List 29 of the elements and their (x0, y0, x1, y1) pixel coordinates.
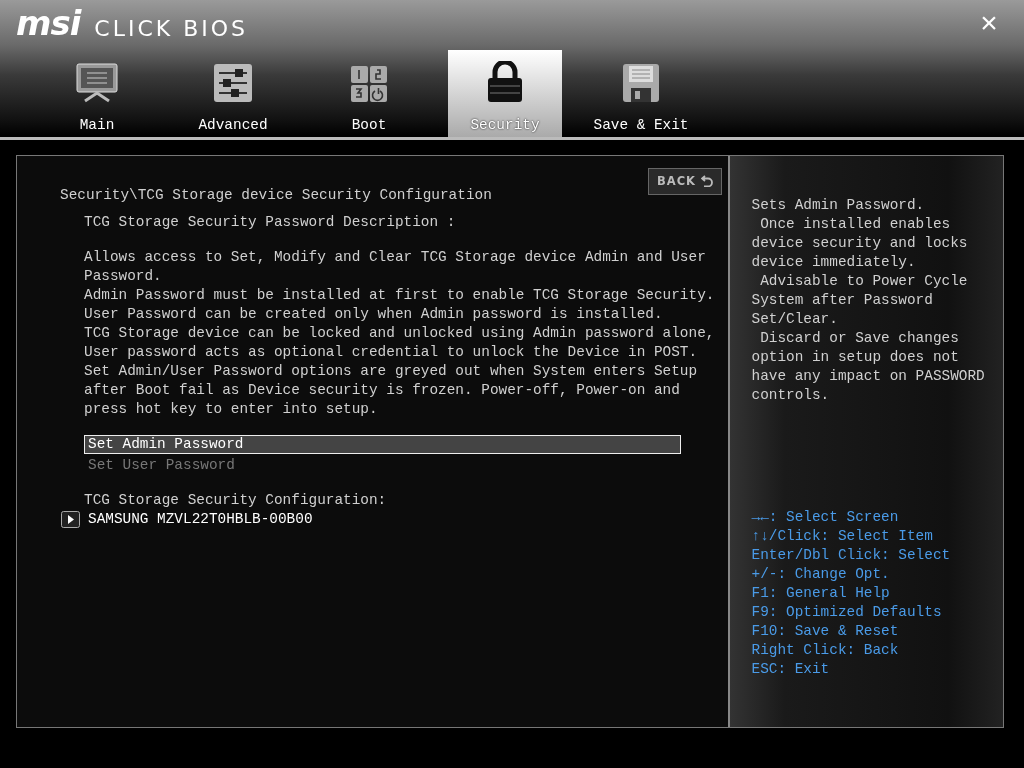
key-hint: ↑↓/Click: Select Item (751, 527, 934, 546)
submenu-item[interactable]: SAMSUNG MZVL22T0HBLB-00B00 (88, 510, 313, 529)
key-hint: F10: Save & Reset (751, 622, 900, 641)
key-hint: ESC: Exit (751, 660, 831, 679)
close-button[interactable]: × (970, 10, 1008, 40)
padlock-icon (486, 61, 524, 104)
key-hint: →←: Select Screen (751, 508, 900, 527)
menu-option[interactable]: Set Admin Password (84, 435, 681, 454)
breadcrumb-path: Security\TCG Storage device Security Configuration (60, 186, 493, 205)
tab[interactable]: Save & Exit (584, 50, 698, 137)
tab[interactable]: Main (40, 50, 154, 137)
tab[interactable]: Boot (312, 50, 426, 137)
brand-logo: msi (16, 4, 81, 42)
sliders-icon (213, 63, 253, 104)
key-hint: F9: Optimized Defaults (751, 603, 943, 622)
tab[interactable]: Advanced (176, 50, 290, 137)
monitor-icon (75, 63, 119, 104)
help-text: Sets Admin Password. Once installed enables device security and locks device immediately. Advisable to Power Cycle System after Password Set/Clear. Discard or Save changes option in setup does not have any impact on PASSWORD controls. (751, 196, 986, 405)
section-title: TCG Storage Security Configuration: (84, 491, 388, 510)
key-hint: F1: General Help (751, 584, 891, 603)
description-title: TCG Storage Security Password Description : (84, 213, 457, 232)
back-button[interactable]: BACK (648, 168, 723, 196)
return-arrow-icon (701, 175, 714, 187)
boot-order-icon (350, 65, 388, 104)
key-hint: Enter/Dbl Click: Select (751, 546, 952, 565)
product-title: CLICK BIOS (94, 15, 249, 43)
key-hint: +/-: Change Opt. (751, 565, 891, 584)
key-hint: Right Click: Back (751, 641, 900, 660)
description-text: Allows access to Set, Modify and Clear TCG Storage device Admin and User Password. Admin Password must be installed at first to enable TCG Storage Security. User Password can be created only when Admin password is installed. TCG Storage device can be locked and unlocked using Admin password alone, User password acts as optional credential to unlock the Device in POST. Set Admin/User Password options are greyed out when System enters Setup after Boot fail as Device security is frozen. Power-off, Power-on and press hot key to enter into setup. (84, 248, 716, 419)
